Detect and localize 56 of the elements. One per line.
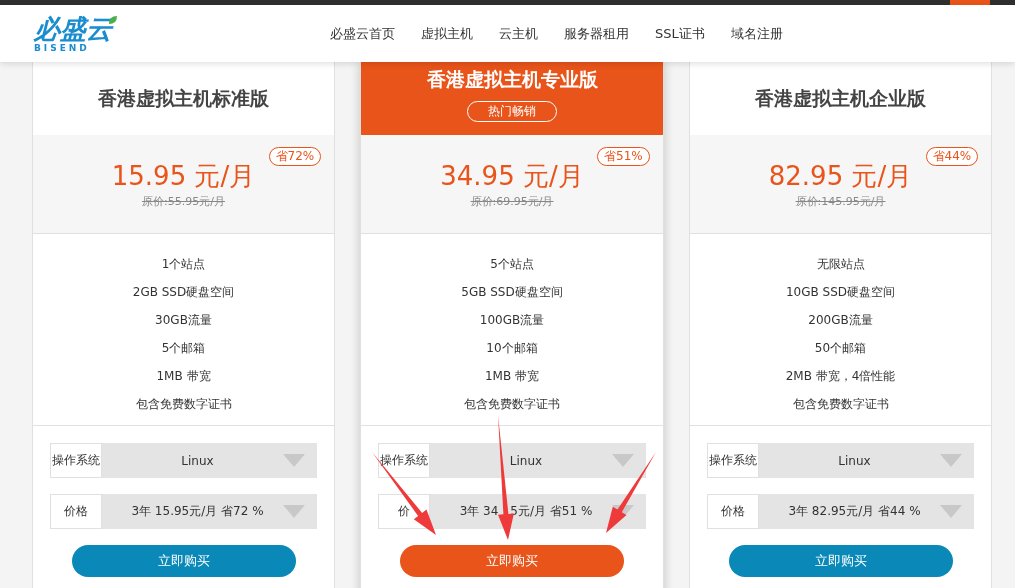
nav-link[interactable]: 必盛云首页: [330, 24, 395, 43]
feature-item: 2GB SSD硬盘空间: [132, 284, 235, 301]
caret-icon: [940, 505, 962, 518]
option-label: 价格: [50, 494, 102, 529]
nav-link[interactable]: 虚拟主机: [421, 24, 473, 43]
feature-item: 包含免费数字证书: [464, 396, 560, 413]
nav-link[interactable]: 域名注册: [730, 24, 783, 43]
price-select[interactable]: 3年 15.95元/月 省72 %: [102, 494, 317, 529]
os-select[interactable]: Linux: [759, 443, 974, 478]
feature-item: 200GB流量: [808, 312, 873, 329]
option-label: 操作系统: [707, 443, 759, 478]
plan-title: 香港虚拟主机标准版: [98, 85, 269, 111]
feature-item: 10个邮箱: [486, 340, 538, 357]
original-price: 原价:69.95元/月: [470, 194, 554, 209]
feature-item: 30GB流量: [155, 312, 212, 329]
original-price: 原价:55.95元/月: [142, 194, 225, 209]
feature-item: 10GB SSD硬盘空间: [785, 284, 896, 301]
buy-button[interactable]: 立即购买: [728, 545, 953, 577]
feature-item: 1MB 带宽: [484, 368, 539, 385]
feature-item: 无限站点: [816, 256, 865, 273]
buy-button[interactable]: 立即购买: [400, 545, 624, 577]
price: 34.95 元/月: [440, 161, 584, 191]
feature-item: 1MB 带宽: [156, 368, 211, 385]
price: 15.95 元/月: [111, 161, 256, 191]
feature-item: 5个站点: [490, 256, 534, 273]
caret-icon: [283, 505, 305, 518]
plan-title: 香港虚拟主机专业版: [426, 67, 598, 92]
feature-item: 100GB流量: [479, 312, 545, 329]
plan-title: 香港虚拟主机企业版: [755, 85, 926, 111]
feature-item: 包含免费数字证书: [135, 396, 232, 413]
os-select[interactable]: Linux: [102, 443, 317, 478]
nav-link[interactable]: SSL证书: [655, 24, 705, 43]
feature-item: 50个邮箱: [814, 340, 867, 357]
price-select[interactable]: 3年 82.95元/月 省44 %: [759, 494, 974, 529]
option-label: 操作系统: [378, 443, 430, 478]
os-select[interactable]: Linux: [430, 443, 646, 478]
nav-link[interactable]: 云主机: [499, 24, 538, 43]
buy-button[interactable]: 立即购买: [71, 545, 296, 577]
price: 82.95 元/月: [768, 161, 913, 191]
discount-badge: 省51%: [597, 147, 650, 166]
accent-bar: [950, 0, 990, 5]
option-label: 操作系统: [50, 443, 102, 478]
option-label: 价格: [707, 494, 759, 529]
original-price: 原价:145.95元/月: [795, 194, 886, 209]
discount-badge: 省44%: [925, 147, 979, 166]
feature-item: 1个站点: [161, 256, 206, 273]
logo[interactable]: 必盛云 BISEND: [34, 14, 144, 53]
feature-item: 5个邮箱: [161, 340, 206, 357]
discount-badge: 省72%: [268, 147, 322, 166]
caret-icon: [283, 454, 305, 467]
feature-item: 2MB 带宽，4倍性能: [785, 368, 896, 385]
feature-item: 5GB SSD硬盘空间: [461, 284, 563, 301]
caret-icon: [940, 454, 962, 467]
feature-item: 包含免费数字证书: [792, 396, 889, 413]
nav-link[interactable]: 服务器租用: [564, 24, 629, 43]
caret-icon: [612, 454, 634, 467]
